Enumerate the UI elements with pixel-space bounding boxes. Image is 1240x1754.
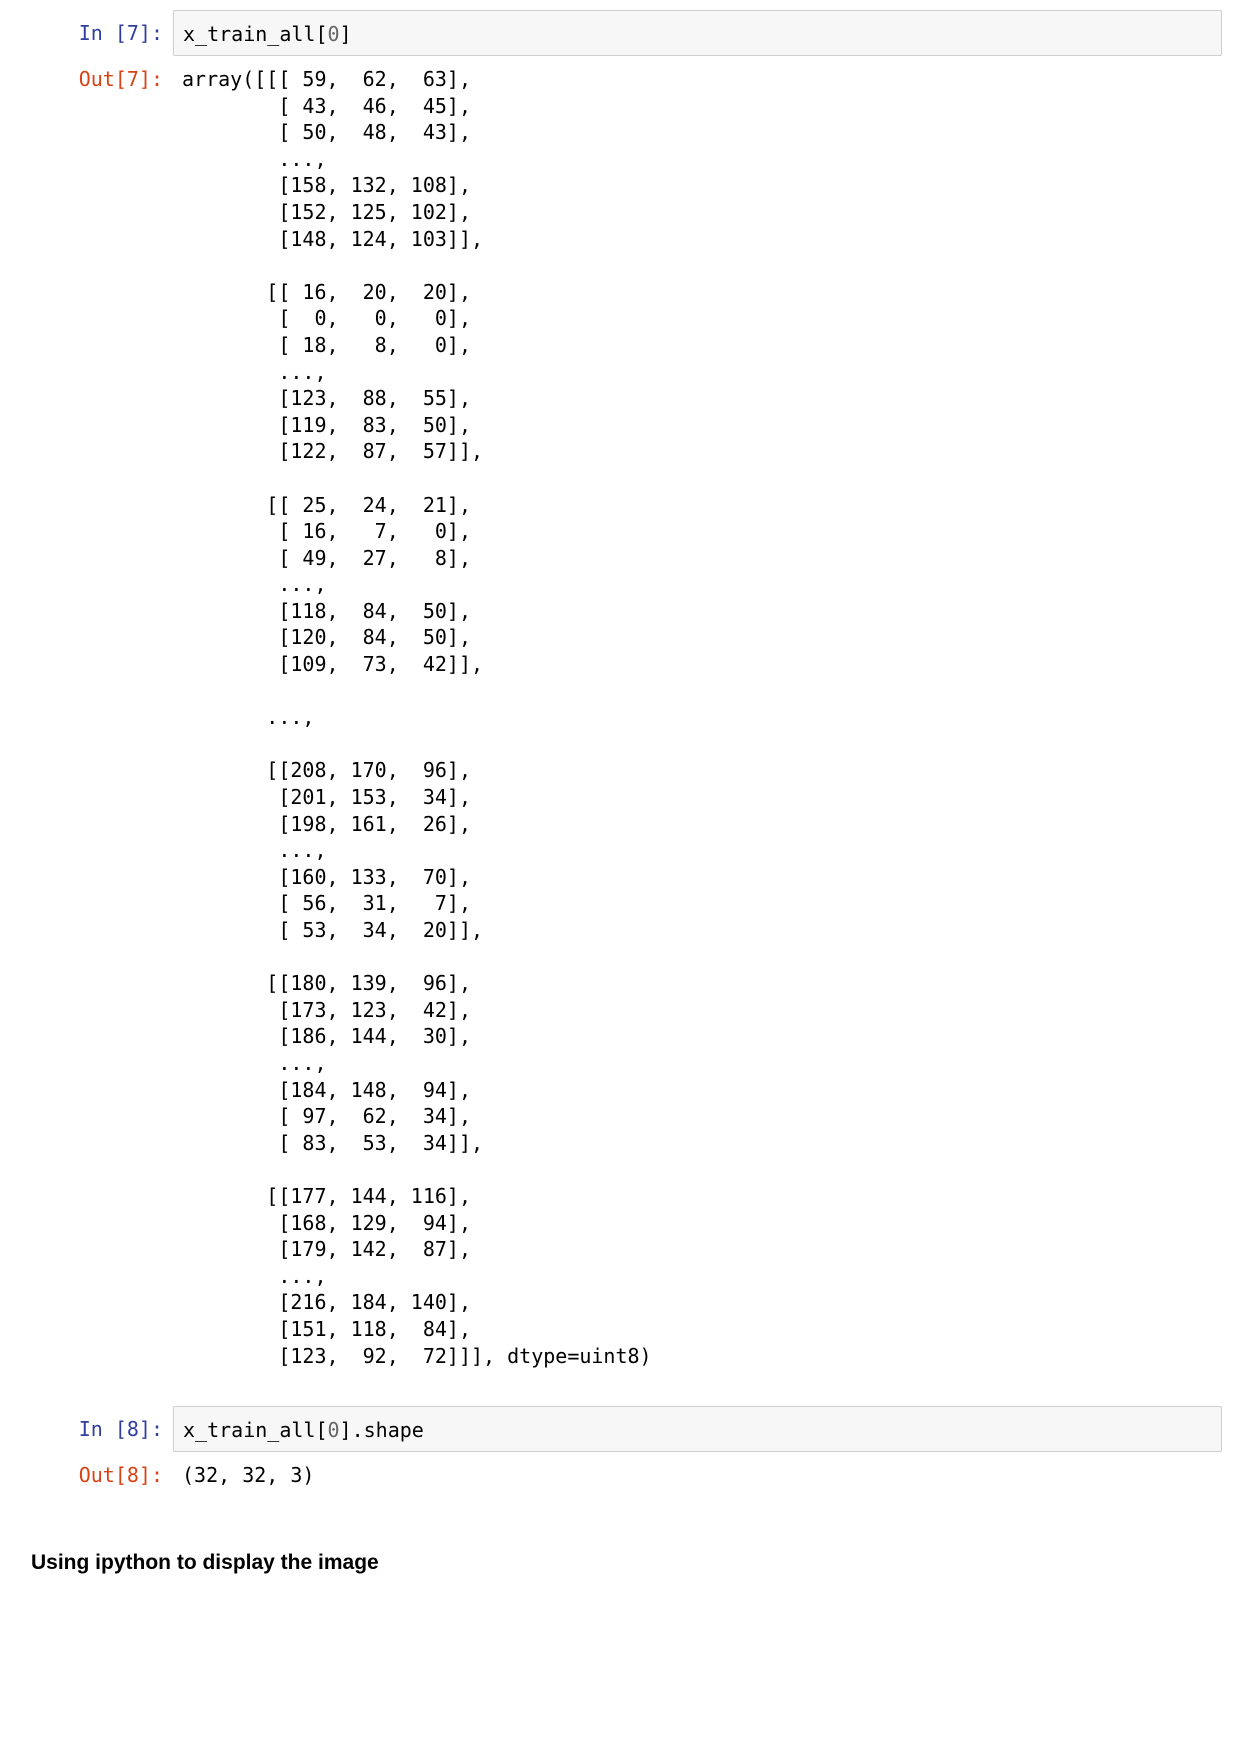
output-prompt: Out[8]: [78, 1463, 163, 1487]
input-prompt: In [7]: [78, 21, 163, 45]
code-number-token: 0 [327, 1418, 340, 1442]
output-text: (32, 32, 3) [182, 1463, 315, 1487]
code-number-token: 0 [327, 22, 340, 46]
code-token: x_train_all[ [183, 1418, 328, 1442]
code-token: x_train_all[ [183, 22, 328, 46]
code-input-area[interactable]: x_train_all[0] [173, 10, 1222, 56]
markdown-heading: Using ipython to display the image [31, 1551, 379, 1574]
output-text: array([[[ 59, 62, 63], [ 43, 46, 45], [ … [182, 67, 652, 1368]
code-input-area[interactable]: x_train_all[0].shape [173, 1406, 1222, 1452]
input-prompt: In [8]: [78, 1417, 163, 1441]
code-token: ].shape [339, 1418, 424, 1442]
code-token: ] [339, 22, 352, 46]
output-prompt: Out[7]: [78, 67, 163, 91]
code-text[interactable]: x_train_all[0].shape [183, 1417, 424, 1443]
code-text[interactable]: x_train_all[0] [183, 21, 352, 47]
